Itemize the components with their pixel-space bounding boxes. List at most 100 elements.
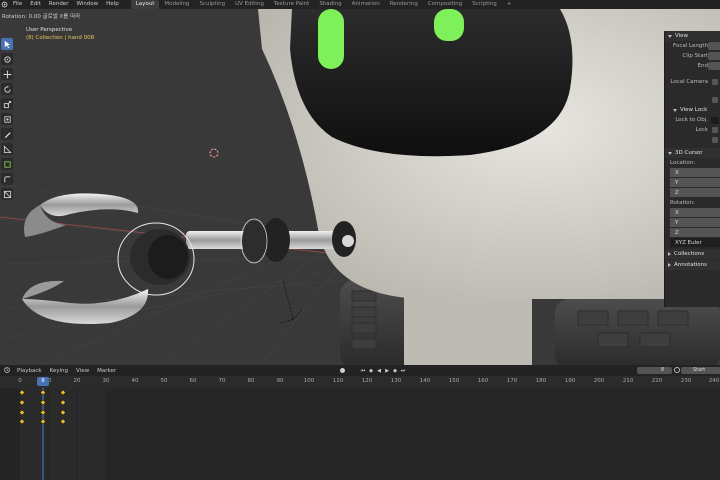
add-cube-tool-icon[interactable]	[1, 158, 13, 170]
render-region-checkbox[interactable]	[712, 97, 718, 103]
menu-file[interactable]: File	[9, 0, 26, 9]
lock-to-object-row[interactable]: Lock to Obj.	[665, 115, 720, 125]
focal-length-row[interactable]: Focal Length	[665, 41, 720, 51]
ruler-tick: 130	[390, 378, 402, 384]
marker-menu[interactable]: Marker	[94, 368, 119, 374]
ruler-tick: 40	[131, 378, 139, 384]
ruler-tick: 100	[303, 378, 315, 384]
select-tool-icon[interactable]	[1, 38, 13, 50]
tab-sculpting[interactable]: Sculpting	[194, 0, 230, 9]
tab-compositing[interactable]: Compositing	[423, 0, 467, 9]
ruler-tick: 0	[18, 378, 22, 384]
record-icon[interactable]	[340, 368, 345, 373]
playhead-frame-indicator[interactable]: 8	[37, 377, 49, 386]
clip-start-field[interactable]	[708, 52, 720, 60]
editor-type-icon[interactable]	[2, 366, 12, 375]
collections-header[interactable]: Collections	[665, 249, 720, 259]
tab-animation[interactable]: Animation	[347, 0, 385, 9]
cursor-tool-icon[interactable]	[1, 53, 13, 65]
annotate-tool-icon[interactable]	[1, 128, 13, 140]
menu-window[interactable]: Window	[72, 0, 102, 9]
cursor-rotation-x[interactable]: X	[670, 208, 720, 217]
next-keyframe-icon[interactable]: ◆	[392, 367, 398, 374]
jump-end-icon[interactable]: ⏭	[400, 367, 406, 374]
lock-checkbox-2[interactable]	[712, 137, 718, 143]
lock-row-2[interactable]: C	[665, 135, 720, 145]
tab-rendering[interactable]: Rendering	[385, 0, 423, 9]
start-frame-field[interactable]: Start	[681, 367, 720, 374]
tab-scripting[interactable]: Scripting	[467, 0, 501, 9]
cursor-location-x[interactable]: X	[670, 168, 720, 177]
ruler-tick: 120	[361, 378, 373, 384]
clip-end-row[interactable]: End	[665, 61, 720, 71]
ruler-tick: 150	[448, 378, 460, 384]
view-panel-header[interactable]: View	[665, 31, 720, 41]
clock-icon	[674, 367, 680, 373]
timeline-ruler[interactable]: 0 10 20 30 40 50 60 70 80 90 100 110 120…	[0, 376, 720, 388]
cursor-rotation-z[interactable]: Z	[670, 228, 720, 237]
claw-upper	[40, 193, 139, 217]
inset-tool-icon[interactable]	[1, 188, 13, 200]
playback-menu[interactable]: Playback	[14, 368, 45, 374]
ruler-tick: 220	[651, 378, 663, 384]
ruler-tick: 140	[419, 378, 431, 384]
prev-keyframe-icon[interactable]: ◆	[368, 367, 374, 374]
ruler-tick: 170	[506, 378, 518, 384]
ruler-tick: 230	[680, 378, 692, 384]
tab-modeling[interactable]: Modeling	[159, 0, 194, 9]
tab-texture-paint[interactable]: Texture Paint	[269, 0, 315, 9]
tab-uv-editing[interactable]: UV Editing	[230, 0, 269, 9]
cursor-location-z[interactable]: Z	[670, 188, 720, 197]
current-frame-field[interactable]: 8	[637, 367, 672, 374]
tab-layout[interactable]: Layout	[130, 0, 160, 9]
cursor-rotation-label: Rotation:	[670, 200, 695, 206]
menu-edit[interactable]: Edit	[26, 0, 45, 9]
render-region-row[interactable]: R	[665, 95, 720, 105]
cursor-rotation-y[interactable]: Y	[670, 218, 720, 227]
rotate-tool-icon[interactable]	[1, 83, 13, 95]
ruler-tick: 180	[535, 378, 547, 384]
view-menu[interactable]: View	[73, 368, 92, 374]
extrude-tool-icon[interactable]	[1, 173, 13, 185]
cursor-location-label: Location:	[670, 160, 696, 166]
rotation-mode-select[interactable]: XYZ Euler	[670, 238, 720, 247]
play-icon[interactable]: ▶	[384, 367, 390, 374]
ruler-tick: 60	[189, 378, 197, 384]
lock-row[interactable]: LockT	[665, 125, 720, 135]
lock-checkbox-1[interactable]	[712, 127, 718, 133]
3d-cursor-header[interactable]: 3D Cursor	[665, 148, 720, 158]
add-workspace-button[interactable]: +	[502, 0, 517, 9]
local-camera-checkbox[interactable]	[712, 79, 718, 85]
view-lock-header[interactable]: View Lock	[665, 105, 720, 115]
active-collection-label: (8) Collection | hand 008	[26, 35, 95, 41]
playback-controls: ⏮ ◆ ◀ ▶ ◆ ⏭	[360, 367, 406, 374]
lock-object-field[interactable]	[711, 116, 719, 124]
focal-length-field[interactable]	[708, 42, 720, 50]
top-menu-bar: File Edit Render Window Help Layout Mode…	[0, 0, 720, 9]
play-reverse-icon[interactable]: ◀	[376, 367, 382, 374]
timeline-body[interactable]	[0, 388, 720, 480]
keying-menu[interactable]: Keying	[47, 368, 71, 374]
jump-start-icon[interactable]: ⏮	[360, 367, 366, 374]
local-camera-row[interactable]: Local Camera	[665, 77, 720, 87]
ruler-tick: 30	[102, 378, 110, 384]
ruler-tick: 110	[332, 378, 344, 384]
tab-shading[interactable]: Shading	[314, 0, 346, 9]
clip-start-row[interactable]: Clip Start	[665, 51, 720, 61]
blender-logo-icon[interactable]	[0, 0, 9, 9]
ruler-tick: 160	[477, 378, 489, 384]
scale-tool-icon[interactable]	[1, 98, 13, 110]
transform-tool-icon[interactable]	[1, 113, 13, 125]
clip-end-field[interactable]	[708, 62, 720, 70]
menu-help[interactable]: Help	[102, 0, 123, 9]
ruler-tick: 190	[564, 378, 576, 384]
operator-status: Rotation: 0.00 글로벌 X를 따라	[2, 14, 81, 20]
menu-render[interactable]: Render	[45, 0, 73, 9]
move-tool-icon[interactable]	[1, 68, 13, 80]
ruler-tick: 70	[218, 378, 226, 384]
3d-viewport[interactable]: Rotation: 0.00 글로벌 X를 따라 User Perspectiv…	[0, 9, 720, 365]
measure-tool-icon[interactable]	[1, 143, 13, 155]
annotations-header[interactable]: Annotations	[665, 260, 720, 270]
ruler-tick: 50	[160, 378, 168, 384]
cursor-location-y[interactable]: Y	[670, 178, 720, 187]
